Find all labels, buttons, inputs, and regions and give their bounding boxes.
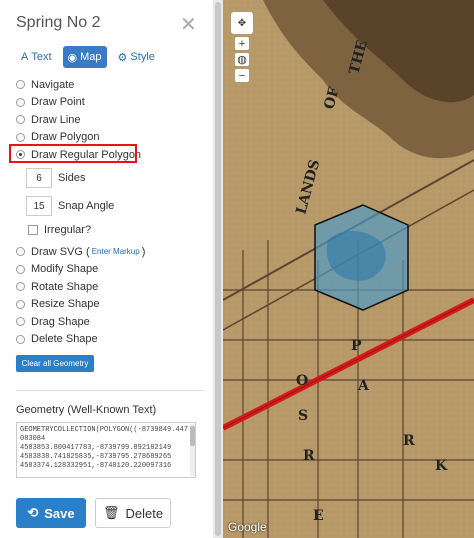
map-label: R [403,433,415,449]
map-label: R [303,448,315,464]
option-navigate[interactable]: Navigate [16,76,206,94]
irregular-checkbox[interactable] [28,225,38,235]
radio-button[interactable] [16,264,25,274]
sides-input[interactable]: 6 [26,168,52,188]
map-label: K [435,458,448,474]
option-drag-shape[interactable]: Drag Shape [16,313,206,331]
irregular-label: Irregular? [44,224,92,236]
clear-geometry-button[interactable]: Clear all Geometry [16,355,94,372]
sides-label: Sides [58,172,86,184]
trash-icon: 🗑 [102,505,120,520]
option-rotate-shape[interactable]: Rotate Shape [16,278,206,296]
map-view[interactable]: LANDS OF THE P A R K E R S O [223,0,474,538]
tab-label: Style [130,51,155,63]
geometry-textarea[interactable]: GEOMETRYCOLLECTION(POLYGON((-8739849.447… [16,422,196,478]
option-resize-shape[interactable]: Resize Shape [16,296,206,314]
panel-scrollbar[interactable] [213,0,223,538]
scrollbar-thumb[interactable] [190,426,195,446]
shape-options: Draw SVG ( Enter Markup ) Modify Shape R… [16,243,206,348]
map-label: E [313,508,324,524]
google-attribution[interactable]: Google [228,520,267,534]
option-label: Rotate Shape [31,280,99,293]
radio-button[interactable] [16,115,25,125]
zoom-out-button[interactable]: − [235,69,249,82]
option-label: Draw Line [31,113,81,126]
globe-icon[interactable]: ◍ [235,53,249,66]
map-label: S [298,408,308,424]
map-controls: ✥ + ◍ − [231,12,253,82]
panel-title: Spring No 2 [16,14,101,31]
snap-angle-label: Snap Angle [58,200,115,212]
globe-icon: ◉ [67,51,78,64]
map-label: A [357,378,370,394]
option-label: Draw Point [31,96,85,109]
irregular-row[interactable]: Irregular? [28,224,91,236]
tab-map[interactable]: ◉ Map [62,46,107,68]
geometry-scrollbar[interactable] [190,424,195,476]
save-button[interactable]: ⟲ Save [16,498,86,528]
radio-button[interactable] [16,334,25,344]
option-label: Navigate [31,78,75,91]
sides-row: 6 Sides [26,168,86,188]
option-label: Drag Shape [31,315,90,328]
tab-label: Map [80,51,102,63]
option-draw-point[interactable]: Draw Point [16,94,206,112]
tab-label: Text [31,51,52,63]
historic-map: LANDS OF THE P A R K E R S O [223,0,474,538]
option-label: Draw Polygon [31,131,100,144]
delete-button[interactable]: 🗑 Delete [95,498,171,528]
snap-angle-row: 15 Snap Angle [26,196,114,216]
option-draw-svg[interactable]: Draw SVG ( Enter Markup ) [16,243,206,261]
zoom-in-button[interactable]: + [235,37,249,50]
option-draw-line[interactable]: Draw Line [16,111,206,129]
option-label: Draw SVG ( [31,245,90,258]
delete-label: Delete [125,505,164,521]
close-icon[interactable]: ✕ [180,12,197,37]
enter-markup-link[interactable]: Enter Markup [92,247,140,256]
radio-button[interactable] [16,80,25,90]
text-icon: A [21,51,29,63]
radio-button[interactable] [16,282,25,292]
option-label: Modify Shape [31,263,99,276]
radio-button[interactable] [16,132,25,142]
side-panel: Spring No 2 ✕ A Text ◉ Map ⚙ Style Navig… [0,0,213,538]
tab-text[interactable]: A Text [16,46,57,68]
option-label: Resize Shape [31,298,100,311]
radio-button[interactable] [16,97,25,107]
pan-icon[interactable]: ✥ [231,12,253,34]
option-modify-shape[interactable]: Modify Shape [16,261,206,279]
map-label: O [296,373,308,389]
radio-button[interactable] [16,299,25,309]
option-suffix: ) [141,245,146,258]
scrollbar-thumb[interactable] [215,2,221,536]
gear-icon: ⚙ [117,51,128,64]
snap-angle-input[interactable]: 15 [26,196,52,216]
tab-bar: A Text ◉ Map ⚙ Style [16,46,160,68]
map-label: P [351,338,362,354]
geometry-label: Geometry (Well-Known Text) [16,404,157,416]
tab-style[interactable]: ⚙ Style [113,46,160,68]
divider [16,390,204,391]
save-label: Save [44,505,75,521]
radio-button[interactable] [16,317,25,327]
option-label: Delete Shape [31,333,98,346]
option-delete-shape[interactable]: Delete Shape [16,331,206,349]
radio-button[interactable] [16,247,25,257]
save-icon: ⟲ [27,505,39,520]
selection-highlight [9,144,137,163]
